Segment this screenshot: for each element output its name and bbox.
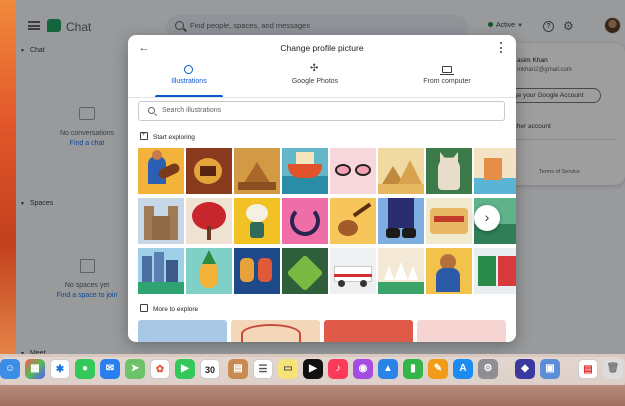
keynote-icon[interactable]: ▲ [378,359,398,379]
tab-from-computer-label: From computer [423,78,471,85]
collection-card[interactable] [231,320,320,342]
calendar-icon[interactable]: 30 [200,359,220,379]
photos-pinwheel-icon: ✣ [310,63,319,74]
search-icon [148,107,155,114]
contacts-icon[interactable]: ▤ [228,359,248,379]
facetime-icon[interactable]: ▶ [175,359,195,379]
illustration-dancers[interactable] [234,248,280,294]
collection-card[interactable] [417,320,506,342]
pages-icon[interactable]: ✎ [428,359,448,379]
illustration-flower-vase[interactable] [234,198,280,244]
explore-icon [140,131,148,140]
photos-icon[interactable]: ✿ [150,359,170,379]
change-profile-picture-dialog: ← Change profile picture Illustrations ✣… [128,35,516,342]
more-to-explore-heading: More to explore [140,304,198,313]
more-vert-icon[interactable] [498,41,504,55]
illustration-pyramids[interactable] [378,148,424,194]
maps-icon[interactable]: ➤ [125,359,145,379]
apple-tv-icon[interactable]: ▶ [303,359,323,379]
collection-card[interactable] [138,320,227,342]
collections-icon [140,304,148,312]
illustration-cat[interactable] [426,148,472,194]
shortcuts-icon[interactable]: ◆ [515,359,535,379]
launchpad-icon[interactable]: ▦ [25,359,45,379]
illustration-sandwich[interactable] [426,198,472,244]
illustration-green-bag[interactable] [282,248,328,294]
dialog-title: Change profile picture [280,43,364,53]
messages-icon[interactable]: ● [75,359,95,379]
search-illustrations-placeholder: Search illustrations [162,107,222,114]
illustration-lotus-temple[interactable] [378,248,424,294]
desktop-bottom-edge [0,385,625,406]
tab-from-computer[interactable]: From computer [387,64,507,92]
illustration-pineapple-person[interactable] [186,248,232,294]
illustration-person-headphones[interactable] [426,248,472,294]
illustration-flag-pattern[interactable] [474,248,516,294]
illustration-grid [138,148,516,294]
illustration-still-life[interactable] [186,148,232,194]
illustration-boat[interactable] [282,148,328,194]
illustration-guitarist[interactable] [138,148,184,194]
start-exploring-heading: Start exploring [140,131,195,141]
preview-icon[interactable]: ▣ [540,359,560,379]
tab-illustrations-label: Illustrations [171,78,207,85]
numbers-icon[interactable]: ▮ [403,359,423,379]
finder-icon[interactable]: ☺ [0,359,20,379]
more-to-explore-row [138,320,506,342]
tab-google-photos-label: Google Photos [291,78,339,85]
notes-icon[interactable]: ▭ [278,359,298,379]
mail-icon[interactable]: ✉ [100,359,120,379]
next-chevron-icon[interactable]: › [474,205,500,231]
palette-icon [184,65,193,74]
collection-card[interactable] [324,320,413,342]
more-to-explore-label: More to explore [153,306,199,313]
music-icon[interactable]: ♪ [328,359,348,379]
podcasts-icon[interactable]: ◉ [353,359,373,379]
tab-illustrations[interactable]: Illustrations [129,64,249,97]
desktop-wallpaper [0,0,16,406]
start-exploring-label: Start exploring [153,134,195,141]
illustration-beach[interactable] [474,148,516,194]
illustration-cathedral[interactable] [138,198,184,244]
illustration-necklace[interactable] [282,198,328,244]
document-icon[interactable]: ▤ [578,359,598,379]
trash-icon[interactable]: 🗑 [603,359,623,379]
reminders-icon[interactable]: ☰ [253,359,273,379]
app-store-icon[interactable]: A [453,359,473,379]
tab-divider [128,97,516,98]
illustration-ambulance[interactable] [330,248,376,294]
search-illustrations-input[interactable]: Search illustrations [138,101,505,121]
illustration-red-tree[interactable] [186,198,232,244]
safari-icon[interactable]: ✱ [50,359,70,379]
illustration-legs-boots[interactable] [378,198,424,244]
computer-icon [440,66,454,76]
tab-google-photos[interactable]: ✣ Google Photos [255,64,375,92]
illustration-city-highway[interactable] [138,248,184,294]
illustration-ukulele[interactable] [330,198,376,244]
illustration-pyramid-stones[interactable] [234,148,280,194]
calendar-day: 30 [204,365,215,375]
system-settings-icon[interactable]: ⚙ [478,359,498,379]
illustration-sunglasses[interactable] [330,148,376,194]
